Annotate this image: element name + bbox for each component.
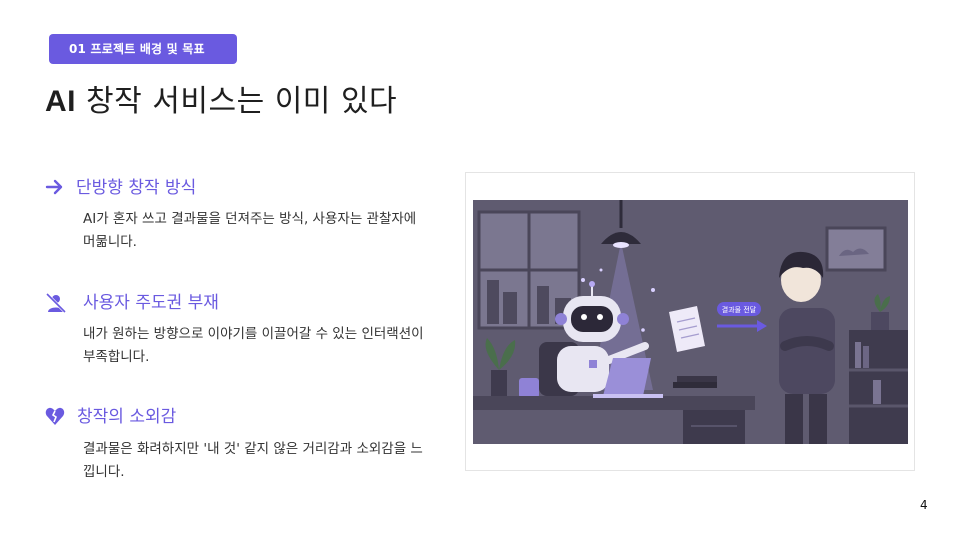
item-heading-1: 단방향 창작 방식 bbox=[76, 178, 197, 198]
illustration-scene: 결과물 전달 bbox=[473, 200, 908, 444]
page-number: 4 bbox=[920, 498, 928, 512]
item-desc-3: 결과물은 화려하지만 '내 것' 같지 않은 거리감과 소외감을 느낍니다. bbox=[83, 441, 423, 480]
arrow-label: 결과물 전달 bbox=[722, 305, 757, 314]
section-badge: 01 프로젝트 배경 및 목표 bbox=[49, 34, 237, 64]
wall-picture bbox=[825, 226, 887, 272]
title-prefix: AI bbox=[45, 85, 76, 118]
item-heading-2: 사용자 주도권 부재 bbox=[83, 293, 219, 313]
arrow-right-icon bbox=[45, 179, 63, 195]
broken-heart-icon bbox=[45, 407, 65, 425]
user-off-icon bbox=[45, 292, 67, 314]
mug bbox=[519, 378, 539, 398]
item-heading-3: 창작의 소외감 bbox=[77, 407, 177, 427]
item-desc-1: AI가 혼자 쓰고 결과물을 던져주는 방식, 사용자는 관찰자에 머묾니다. bbox=[83, 211, 417, 250]
item-desc-2: 내가 원하는 방향으로 이야기를 이끌어갈 수 있는 인터랙션이 부족합니다. bbox=[83, 326, 424, 365]
title-rest: 창작 서비스는 이미 있다 bbox=[76, 84, 398, 119]
books bbox=[673, 382, 717, 388]
desk bbox=[473, 396, 755, 410]
page-title: AI 창작 서비스는 이미 있다 bbox=[45, 76, 397, 120]
plant-pot bbox=[491, 370, 507, 396]
